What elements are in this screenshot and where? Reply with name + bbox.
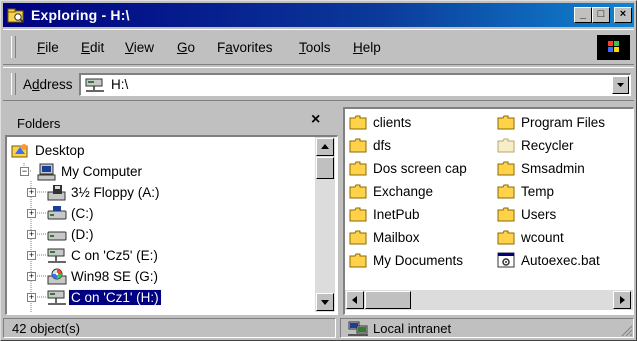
folder-hidden-icon <box>497 138 515 153</box>
title-bar[interactable]: Exploring - H:\ _ □ × <box>3 3 634 27</box>
folder-icon <box>349 184 367 199</box>
hard-drive-icon <box>47 231 67 241</box>
tree-collapse-button[interactable]: − <box>20 167 29 176</box>
resize-grip-icon[interactable] <box>619 323 633 337</box>
floppy-drive-icon <box>47 185 66 201</box>
desktop-icon <box>11 144 28 158</box>
batch-file-icon <box>497 252 515 268</box>
status-security-zone: Local intranet <box>340 318 634 338</box>
close-icon: × <box>619 8 627 20</box>
address-dropdown-button[interactable] <box>612 76 629 94</box>
folders-header: Folders × <box>3 107 338 135</box>
address-input[interactable]: H:\ <box>79 73 631 96</box>
my-computer-icon <box>37 163 56 181</box>
scroll-down-button[interactable] <box>316 293 334 311</box>
tree-item-desktop[interactable]: Desktop <box>11 141 291 161</box>
tree-expand-button[interactable]: + <box>27 251 36 260</box>
close-icon[interactable]: × <box>311 111 320 129</box>
scroll-thumb[interactable] <box>316 157 334 179</box>
tree-item-drive-g[interactable]: Win98 SE (G:) <box>47 267 297 287</box>
scroll-up-button[interactable] <box>316 138 334 156</box>
toolbar-grip[interactable] <box>11 36 16 58</box>
tree-item-drive-c[interactable]: (C:) <box>47 204 297 224</box>
tree-item-drive-d[interactable]: (D:) <box>47 225 297 245</box>
windows-logo-icon <box>597 35 630 60</box>
network-drive-icon <box>47 290 66 305</box>
file-list-horizontal-scrollbar[interactable] <box>345 290 633 310</box>
arrow-up-icon <box>321 144 329 149</box>
folder-icon <box>497 115 515 130</box>
menu-view[interactable]: View <box>125 40 154 55</box>
window-title: Exploring - H:\ <box>31 7 130 23</box>
maximize-icon: □ <box>597 8 605 20</box>
tree-item-my-computer[interactable]: My Computer <box>37 162 297 182</box>
status-bar: 42 object(s) Local intranet <box>3 318 634 340</box>
tree-expand-button[interactable]: + <box>27 188 36 197</box>
folder-icon <box>349 253 367 268</box>
arrow-right-icon <box>620 296 625 304</box>
cd-drive-icon <box>47 268 67 285</box>
menu-tools[interactable]: Tools <box>299 40 331 55</box>
chevron-down-icon <box>617 83 624 87</box>
address-bar: Address H:\ <box>3 67 634 101</box>
menu-help[interactable]: Help <box>353 40 381 55</box>
folder-icon <box>497 161 515 176</box>
menu-file[interactable]: File <box>37 40 59 55</box>
tree-expand-button[interactable]: + <box>27 209 36 218</box>
folder-icon <box>497 230 515 245</box>
minimize-button[interactable]: _ <box>574 7 592 23</box>
arrow-left-icon <box>352 296 357 304</box>
scroll-right-button[interactable] <box>613 291 631 309</box>
tree-item-drive-e[interactable]: C on 'Cz5' (E:) <box>47 246 297 266</box>
tree-expand-button[interactable]: + <box>27 230 36 239</box>
address-value: H:\ <box>111 77 129 92</box>
maximize-button[interactable]: □ <box>592 7 610 23</box>
address-grip[interactable] <box>11 73 16 95</box>
explorer-window: Exploring - H:\ _ □ × File Edit View Go … <box>0 0 637 341</box>
file-list-pane: clients dfs Dos screen cap Exchange Inet… <box>343 107 634 315</box>
network-drive-icon <box>85 78 104 92</box>
minimize-icon: _ <box>579 8 587 20</box>
folder-icon <box>349 115 367 130</box>
folder-icon <box>349 138 367 153</box>
folder-icon <box>349 230 367 245</box>
folder-icon <box>349 161 367 176</box>
menu-go[interactable]: Go <box>177 40 195 55</box>
tree-expand-button[interactable]: + <box>27 293 36 302</box>
address-label: Address <box>23 77 73 92</box>
folder-tree: Desktop − My Computer + 3½ Floppy (A:) +… <box>5 135 338 315</box>
menu-favorites[interactable]: Favorites <box>217 40 273 55</box>
hard-drive-icon <box>47 206 67 220</box>
folder-icon <box>497 207 515 222</box>
folders-title: Folders <box>17 116 61 131</box>
network-drive-icon <box>47 248 66 263</box>
windows-flag-icon <box>608 41 619 52</box>
arrow-down-icon <box>321 300 329 305</box>
tree-item-drive-h-selected[interactable]: C on 'Cz1' (H:) <box>47 288 297 308</box>
explorer-icon <box>7 8 25 23</box>
close-button[interactable]: × <box>614 7 632 23</box>
menu-bar: File Edit View Go Favorites Tools Help <box>3 29 634 65</box>
scroll-thumb[interactable] <box>365 291 411 309</box>
menu-edit[interactable]: Edit <box>81 40 104 55</box>
status-object-count: 42 object(s) <box>3 318 336 338</box>
folder-tree-vertical-scrollbar[interactable] <box>315 137 335 312</box>
local-intranet-icon <box>348 321 368 336</box>
tree-item-floppy[interactable]: 3½ Floppy (A:) <box>47 183 297 203</box>
folder-icon <box>349 207 367 222</box>
folder-icon <box>497 184 515 199</box>
folders-pane: Folders × Desktop − My Computer + 3½ Flo… <box>3 107 338 315</box>
scroll-left-button[interactable] <box>346 291 364 309</box>
tree-expand-button[interactable]: + <box>27 272 36 281</box>
